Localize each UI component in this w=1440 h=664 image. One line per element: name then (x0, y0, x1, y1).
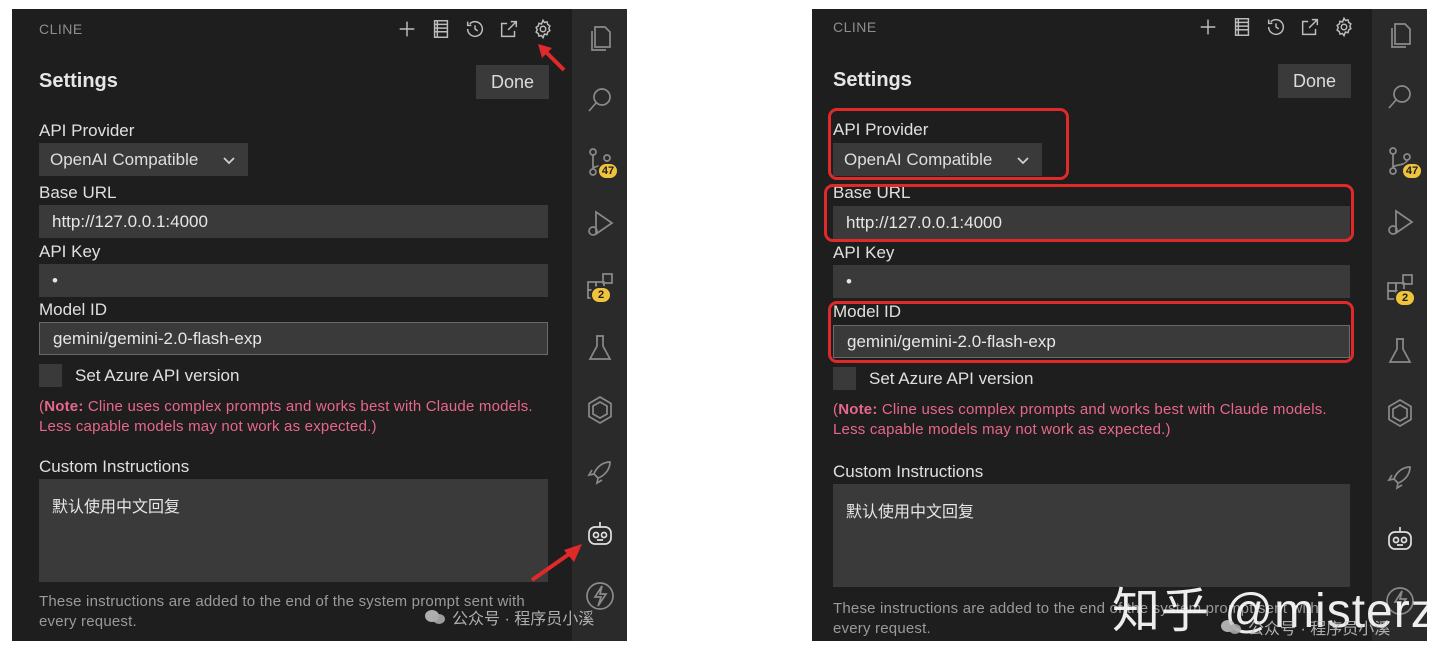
database-icon[interactable] (429, 17, 452, 40)
azure-label: Set Azure API version (869, 369, 1034, 388)
files-icon[interactable] (1384, 19, 1416, 51)
azure-checkbox[interactable] (833, 367, 856, 390)
search-icon[interactable] (584, 84, 616, 116)
rocket-icon[interactable] (1384, 461, 1416, 493)
api-key-input[interactable]: • (833, 265, 1350, 298)
api-provider-value: OpenAI Compatible (50, 149, 199, 169)
azure-label: Set Azure API version (75, 366, 240, 385)
model-id-label: Model ID (39, 300, 108, 319)
run-debug-icon[interactable] (1384, 207, 1416, 239)
base-url-label: Base URL (39, 183, 117, 202)
note-text: (Note: Cline uses complex prompts and wo… (39, 398, 533, 435)
search-icon[interactable] (1384, 81, 1416, 113)
extensions-badge: 2 (1394, 289, 1416, 307)
open-external-icon[interactable] (1298, 15, 1321, 38)
wechat-watermark: 公众号 · 程序员小溪 (1220, 615, 1390, 639)
files-icon[interactable] (584, 22, 616, 54)
settings-content: CLINE Settings Done API Provider OpenAI … (812, 9, 1372, 641)
settings-panel-right: CLINE Settings Done API Provider OpenAI … (812, 9, 1427, 641)
open-external-icon[interactable] (497, 17, 520, 40)
history-icon[interactable] (463, 17, 486, 40)
wechat-icon (425, 610, 445, 624)
hexagon-icon[interactable] (584, 394, 616, 426)
chevron-down-icon (222, 152, 236, 166)
header-toolbar (395, 17, 554, 40)
gear-icon[interactable] (531, 17, 554, 40)
activity-bar: 47 2 (1372, 9, 1427, 641)
rocket-icon[interactable] (584, 456, 616, 488)
testing-icon[interactable] (1384, 335, 1416, 367)
robot-icon[interactable] (584, 518, 616, 550)
history-icon[interactable] (1264, 15, 1287, 38)
wechat-icon (1221, 620, 1241, 634)
app-brand: CLINE (39, 21, 83, 37)
api-provider-label: API Provider (39, 121, 135, 140)
done-button[interactable]: Done (1278, 64, 1351, 98)
wechat-watermark: 公众号 · 程序员小溪 (424, 605, 594, 629)
database-icon[interactable] (1230, 15, 1253, 38)
arrow-to-robot (530, 544, 582, 582)
source-control-badge: 47 (597, 162, 619, 180)
highlight-model-id (828, 301, 1354, 363)
api-key-input[interactable]: • (39, 264, 548, 297)
arrow-to-gear (538, 44, 566, 72)
app-brand: CLINE (833, 19, 877, 35)
settings-content: CLINE Settings Done API Provider OpenAI … (12, 9, 572, 641)
page-title: Settings (39, 70, 118, 92)
plus-icon[interactable] (1196, 15, 1219, 38)
custom-instructions-label: Custom Instructions (39, 457, 190, 476)
api-key-label: API Key (833, 243, 895, 262)
custom-instructions-label: Custom Instructions (833, 462, 984, 481)
highlight-base-url (824, 184, 1354, 242)
api-key-label: API Key (39, 242, 101, 261)
page-title: Settings (833, 69, 912, 91)
gear-icon[interactable] (1332, 15, 1355, 38)
header-toolbar (1196, 15, 1355, 38)
extensions-badge: 2 (590, 286, 612, 304)
model-id-input[interactable]: gemini/gemini-2.0-flash-exp (39, 322, 548, 355)
testing-icon[interactable] (584, 332, 616, 364)
base-url-input[interactable]: http://127.0.0.1:4000 (39, 205, 548, 238)
note-text: (Note: Cline uses complex prompts and wo… (833, 401, 1327, 438)
custom-instructions-textarea[interactable]: 默认使用中文回复 (39, 479, 548, 582)
run-debug-icon[interactable] (584, 208, 616, 240)
azure-checkbox[interactable] (39, 364, 62, 387)
highlight-api-provider (828, 108, 1069, 180)
hexagon-icon[interactable] (1384, 397, 1416, 429)
api-provider-select[interactable]: OpenAI Compatible (39, 143, 248, 176)
plus-icon[interactable] (395, 17, 418, 40)
robot-icon[interactable] (1384, 523, 1416, 555)
source-control-badge: 47 (1401, 162, 1423, 180)
